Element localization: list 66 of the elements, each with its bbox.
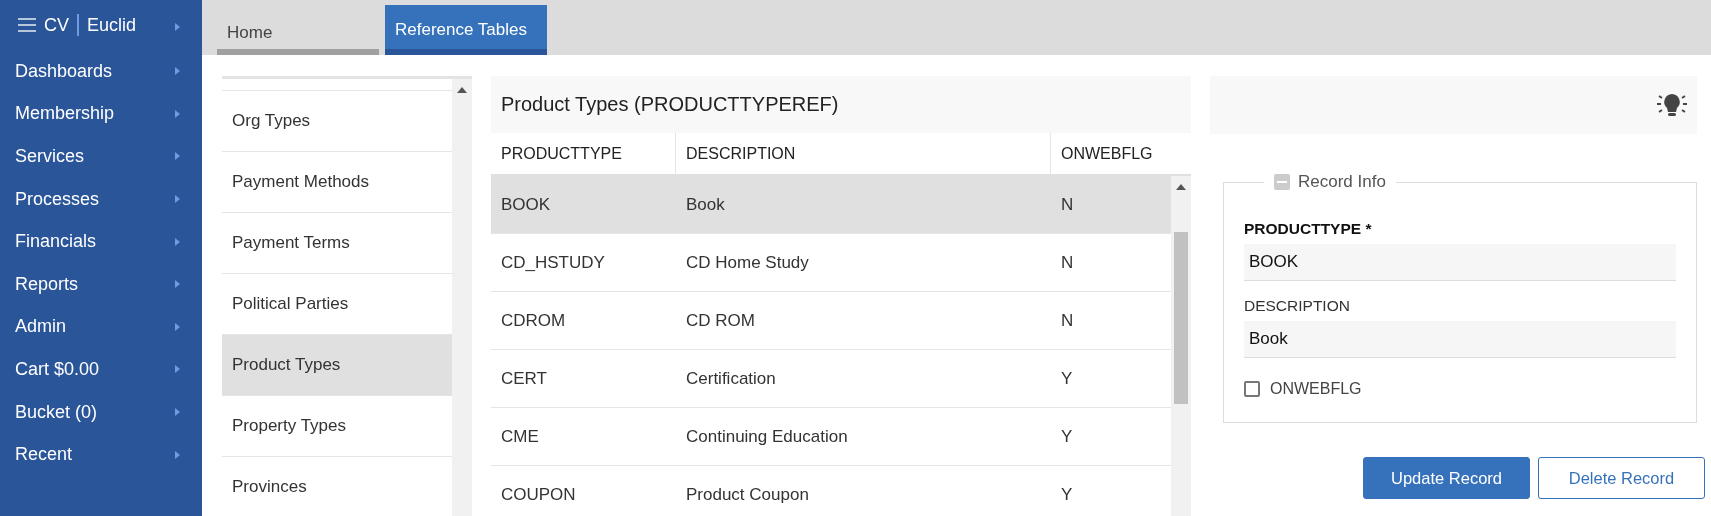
table-row[interactable]: CERT Certification Y: [491, 350, 1171, 408]
table-cell-text: Continuing Education: [685, 425, 849, 448]
arrow-up-icon[interactable]: [457, 87, 467, 93]
table-cell-text: CME: [500, 425, 540, 448]
table-cell-text: Y: [1060, 425, 1074, 448]
table-cell-text: Book: [685, 193, 726, 216]
caret-icon: [175, 195, 180, 204]
caret-icon: [175, 152, 180, 161]
caret-icon: [175, 322, 180, 331]
caret-icon: [175, 67, 180, 76]
caret-icon: [175, 22, 180, 31]
panel-legend: Record Info: [1298, 172, 1386, 192]
column-header: ONWEBFLG: [1060, 143, 1154, 164]
caret-icon: [175, 365, 180, 374]
table-cell-text: N: [1060, 251, 1075, 274]
caret-icon: [175, 109, 180, 118]
brand-name: Euclid: [87, 14, 137, 36]
table-cell-text: BOOK: [500, 193, 552, 216]
table-cell-text: Product Coupon: [685, 483, 810, 506]
sidebar-item[interactable]: Services: [0, 135, 202, 178]
divider-icon: [77, 14, 79, 36]
list-item[interactable]: Product Types: [222, 335, 452, 396]
sidebar-item[interactable]: Membership: [0, 92, 202, 136]
sidebar-item[interactable]: Cart $0.00: [0, 348, 202, 391]
sidebar-item[interactable]: Dashboards: [0, 50, 202, 93]
caret-icon: [175, 280, 180, 289]
checkbox[interactable]: [1244, 381, 1260, 397]
sidebar-item[interactable]: Bucket (0): [0, 390, 202, 434]
input-field[interactable]: BOOK: [1244, 244, 1676, 281]
caret-icon: [175, 450, 180, 459]
delete-button[interactable]: Delete Record: [1538, 457, 1705, 499]
arrow-up-icon[interactable]: [1176, 184, 1186, 190]
brand-name: CV: [44, 14, 69, 36]
sidebar-item[interactable]: Recent: [0, 433, 202, 476]
checkbox-label: ONWEBFLG: [1270, 380, 1362, 398]
tab[interactable]: Reference Tables: [385, 5, 547, 55]
table-cell-text: Y: [1060, 483, 1074, 506]
table-cell-text: CD Home Study: [685, 251, 810, 274]
table-cell-text: Certification: [685, 367, 777, 390]
caret-icon: [175, 237, 180, 246]
table-cell-text: N: [1060, 309, 1075, 332]
column-header: DESCRIPTION: [676, 133, 1051, 174]
table-row[interactable]: BOOK Book N: [491, 176, 1171, 234]
table-cell-text: CDROM: [500, 309, 567, 332]
sidebar-item[interactable]: Reports: [0, 262, 202, 306]
table-cell-text: CD_HSTUDY: [500, 251, 606, 274]
table-cell-text: CD ROM: [685, 309, 756, 332]
update-button[interactable]: Update Record: [1363, 457, 1530, 499]
table-row[interactable]: CD_HSTUDY CD Home Study N: [491, 234, 1171, 292]
table-cell-text: N: [1060, 193, 1075, 216]
field-label: PRODUCTTYPE *: [1244, 220, 1373, 238]
tab[interactable]: Home: [217, 12, 379, 55]
table-row[interactable]: CME Continuing Education Y: [491, 408, 1171, 466]
table-cell-text: COUPON: [500, 483, 577, 506]
table-title: Product Types (PRODUCTTYPEREF): [491, 76, 1191, 133]
table-cell-text: Y: [1060, 367, 1074, 390]
sidebar-item[interactable]: Admin: [0, 305, 202, 349]
column-header: PRODUCTTYPE: [491, 133, 676, 174]
field-label: DESCRIPTION: [1244, 297, 1351, 315]
table-cell-text: CERT: [500, 367, 548, 390]
sidebar-item[interactable]: Processes: [0, 177, 202, 221]
input-field[interactable]: Book: [1244, 321, 1676, 358]
sidebar-item[interactable]: Financials: [0, 220, 202, 263]
table-row[interactable]: CDROM CD ROM N: [491, 292, 1171, 350]
menu-icon[interactable]: [18, 18, 36, 32]
caret-icon: [175, 408, 180, 417]
